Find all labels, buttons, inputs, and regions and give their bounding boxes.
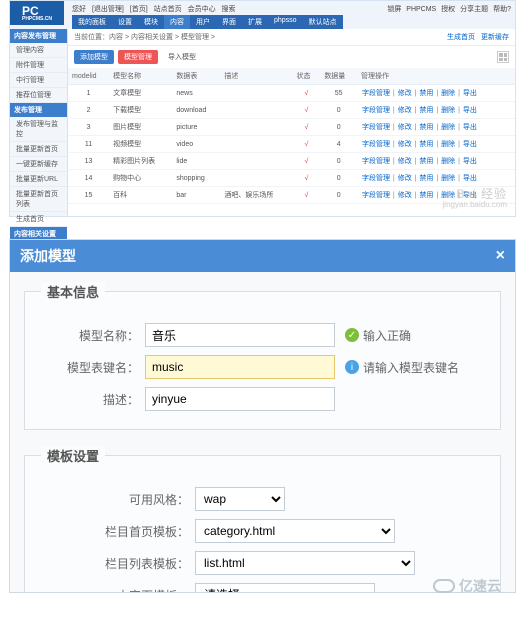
nav-item-6[interactable]: 扩展 [242, 15, 268, 29]
op-4[interactable]: 导出 [463, 158, 477, 165]
admin-panel: PC PHPCMS.CN 您好 [退出管理] [首页] 站点首页 会员中心 搜索… [9, 0, 516, 217]
op-4[interactable]: 导出 [463, 175, 477, 182]
op-2[interactable]: 禁用 [419, 141, 433, 148]
check-icon: ✓ [345, 328, 359, 342]
modal-body: 基本信息 模型名称： ✓输入正确 模型表键名： i请输入模型表键名 描述： 模板… [10, 272, 515, 592]
top-account-links: 您好 [退出管理] [首页] 站点首页 会员中心 搜索 [72, 4, 240, 14]
home-link[interactable]: [首页] [130, 6, 148, 13]
sidebar-group-0: 内容发布管理 [10, 29, 67, 43]
model-desc-input[interactable] [145, 387, 335, 411]
top-right-links: 锁屏 PHPCMS 授权 分享主题 帮助? [384, 4, 511, 14]
tab-manage-model[interactable]: 模型管理 [118, 50, 158, 64]
nav-item-7[interactable]: phpsso [268, 15, 303, 29]
op-4[interactable]: 导出 [463, 141, 477, 148]
breadcrumb: 当前位置：内容 > 内容相关设置 > 模型管理 > 生成首页 更新缓存 [68, 29, 515, 46]
info-icon: i [345, 360, 359, 374]
main-nav: 我的面板设置模块内容用户界面扩展phpsso默认站点 [72, 15, 343, 29]
op-1[interactable]: 修改 [398, 90, 412, 97]
list-template-select[interactable]: list.html [195, 551, 415, 575]
logo: PC PHPCMS.CN [10, 1, 64, 25]
tab-import-model[interactable]: 导入模型 [162, 50, 202, 64]
sidebar-item-0-3[interactable]: 推荐位管理 [10, 88, 67, 103]
nav-item-2[interactable]: 模块 [138, 15, 164, 29]
table-row: 11视频模型video√4字段管理 | 修改 | 禁用 | 删除 | 导出 [68, 136, 515, 153]
op-1[interactable]: 修改 [398, 158, 412, 165]
sidebar-item-1-4[interactable]: 批量更新首页列表 [10, 187, 67, 212]
op-1[interactable]: 修改 [398, 175, 412, 182]
op-3[interactable]: 删除 [441, 141, 455, 148]
cloud-icon [433, 579, 455, 593]
sidebar: 内容发布管理管理内容附件管理中行管理推荐位管理发布管理发布管理与监控批量更新首页… [10, 29, 68, 216]
modal-titlebar: 添加模型 × [10, 240, 515, 272]
op-4[interactable]: 导出 [463, 90, 477, 97]
sidebar-item-1-3[interactable]: 批量更新URL [10, 172, 67, 187]
sidebar-item-0-2[interactable]: 中行管理 [10, 73, 67, 88]
table-row: 13精彩图片列表lide√0字段管理 | 修改 | 禁用 | 删除 | 导出 [68, 153, 515, 170]
op-0[interactable]: 字段管理 [362, 141, 390, 148]
nav-item-0[interactable]: 我的面板 [72, 15, 112, 29]
op-1[interactable]: 修改 [398, 141, 412, 148]
legend-basic: 基本信息 [41, 282, 105, 301]
table-row: 14购物中心shopping√0字段管理 | 修改 | 禁用 | 删除 | 导出 [68, 170, 515, 187]
op-1[interactable]: 修改 [398, 124, 412, 131]
show-template-select[interactable]: 请选择 [195, 583, 375, 592]
op-2[interactable]: 禁用 [419, 107, 433, 114]
legend-template: 模板设置 [41, 446, 105, 465]
style-select[interactable]: wap [195, 487, 285, 511]
op-4[interactable]: 导出 [463, 107, 477, 114]
table-row: 3图片模型picture√0字段管理 | 修改 | 禁用 | 删除 | 导出 [68, 119, 515, 136]
close-icon[interactable]: × [496, 247, 505, 265]
add-model-modal: 添加模型 × 基本信息 模型名称： ✓输入正确 模型表键名： i请输入模型表键名… [9, 239, 516, 593]
op-0[interactable]: 字段管理 [362, 124, 390, 131]
sidebar-group-1: 发布管理 [10, 103, 67, 117]
logout-link[interactable]: [退出管理] [92, 6, 124, 13]
op-0[interactable]: 字段管理 [362, 158, 390, 165]
category-template-select[interactable]: category.html [195, 519, 395, 543]
op-3[interactable]: 删除 [441, 158, 455, 165]
model-name-input[interactable] [145, 323, 335, 347]
watermark-yisuyun: 亿速云 [433, 576, 501, 596]
op-3[interactable]: 删除 [441, 175, 455, 182]
nav-item-1[interactable]: 设置 [112, 15, 138, 29]
nav-item-3[interactable]: 内容 [164, 15, 190, 29]
sidebar-item-1-2[interactable]: 一键更新缓存 [10, 157, 67, 172]
op-2[interactable]: 禁用 [419, 90, 433, 97]
table-row: 1文章模型news√55字段管理 | 修改 | 禁用 | 删除 | 导出 [68, 85, 515, 102]
sidebar-item-1-0[interactable]: 发布管理与监控 [10, 117, 67, 142]
link-update-cache[interactable]: 更新缓存 [481, 34, 509, 41]
grid-toggle-icon[interactable] [497, 51, 509, 63]
op-2[interactable]: 禁用 [419, 192, 433, 199]
tab-add-model[interactable]: 添加模型 [74, 50, 114, 64]
sidebar-item-0-1[interactable]: 附件管理 [10, 58, 67, 73]
tab-bar: 添加模型 模型管理 导入模型 [68, 46, 515, 68]
op-0[interactable]: 字段管理 [362, 192, 390, 199]
op-3[interactable]: 删除 [441, 90, 455, 97]
op-1[interactable]: 修改 [398, 192, 412, 199]
model-table-input[interactable] [145, 355, 335, 379]
table-row: 2下载模型download√0字段管理 | 修改 | 禁用 | 删除 | 导出 [68, 102, 515, 119]
op-3[interactable]: 删除 [441, 107, 455, 114]
link-gen-home[interactable]: 生成首页 [447, 34, 475, 41]
sidebar-item-1-5[interactable]: 生成首页 [10, 212, 67, 227]
op-3[interactable]: 删除 [441, 124, 455, 131]
sidebar-item-0-0[interactable]: 管理内容 [10, 43, 67, 58]
fieldset-template: 模板设置 可用风格： wap 栏目首页模板： category.html 栏目列… [24, 446, 501, 592]
model-table: modelid模型名称数据表描述状态数据量管理操作 1文章模型news√55字段… [68, 68, 515, 204]
nav-item-4[interactable]: 用户 [190, 15, 216, 29]
op-2[interactable]: 禁用 [419, 124, 433, 131]
op-0[interactable]: 字段管理 [362, 107, 390, 114]
fieldset-basic: 基本信息 模型名称： ✓输入正确 模型表键名： i请输入模型表键名 描述： [24, 282, 501, 430]
op-1[interactable]: 修改 [398, 107, 412, 114]
op-0[interactable]: 字段管理 [362, 90, 390, 97]
op-2[interactable]: 禁用 [419, 158, 433, 165]
op-2[interactable]: 禁用 [419, 175, 433, 182]
op-4[interactable]: 导出 [463, 124, 477, 131]
modal-title-text: 添加模型 [20, 246, 76, 266]
op-0[interactable]: 字段管理 [362, 175, 390, 182]
nav-item-5[interactable]: 界面 [216, 15, 242, 29]
watermark-baidu: Bai 经验 jingyan.baidu.com [443, 188, 507, 210]
sidebar-item-1-1[interactable]: 批量更新首页 [10, 142, 67, 157]
nav-item-8[interactable]: 默认站点 [303, 15, 343, 29]
